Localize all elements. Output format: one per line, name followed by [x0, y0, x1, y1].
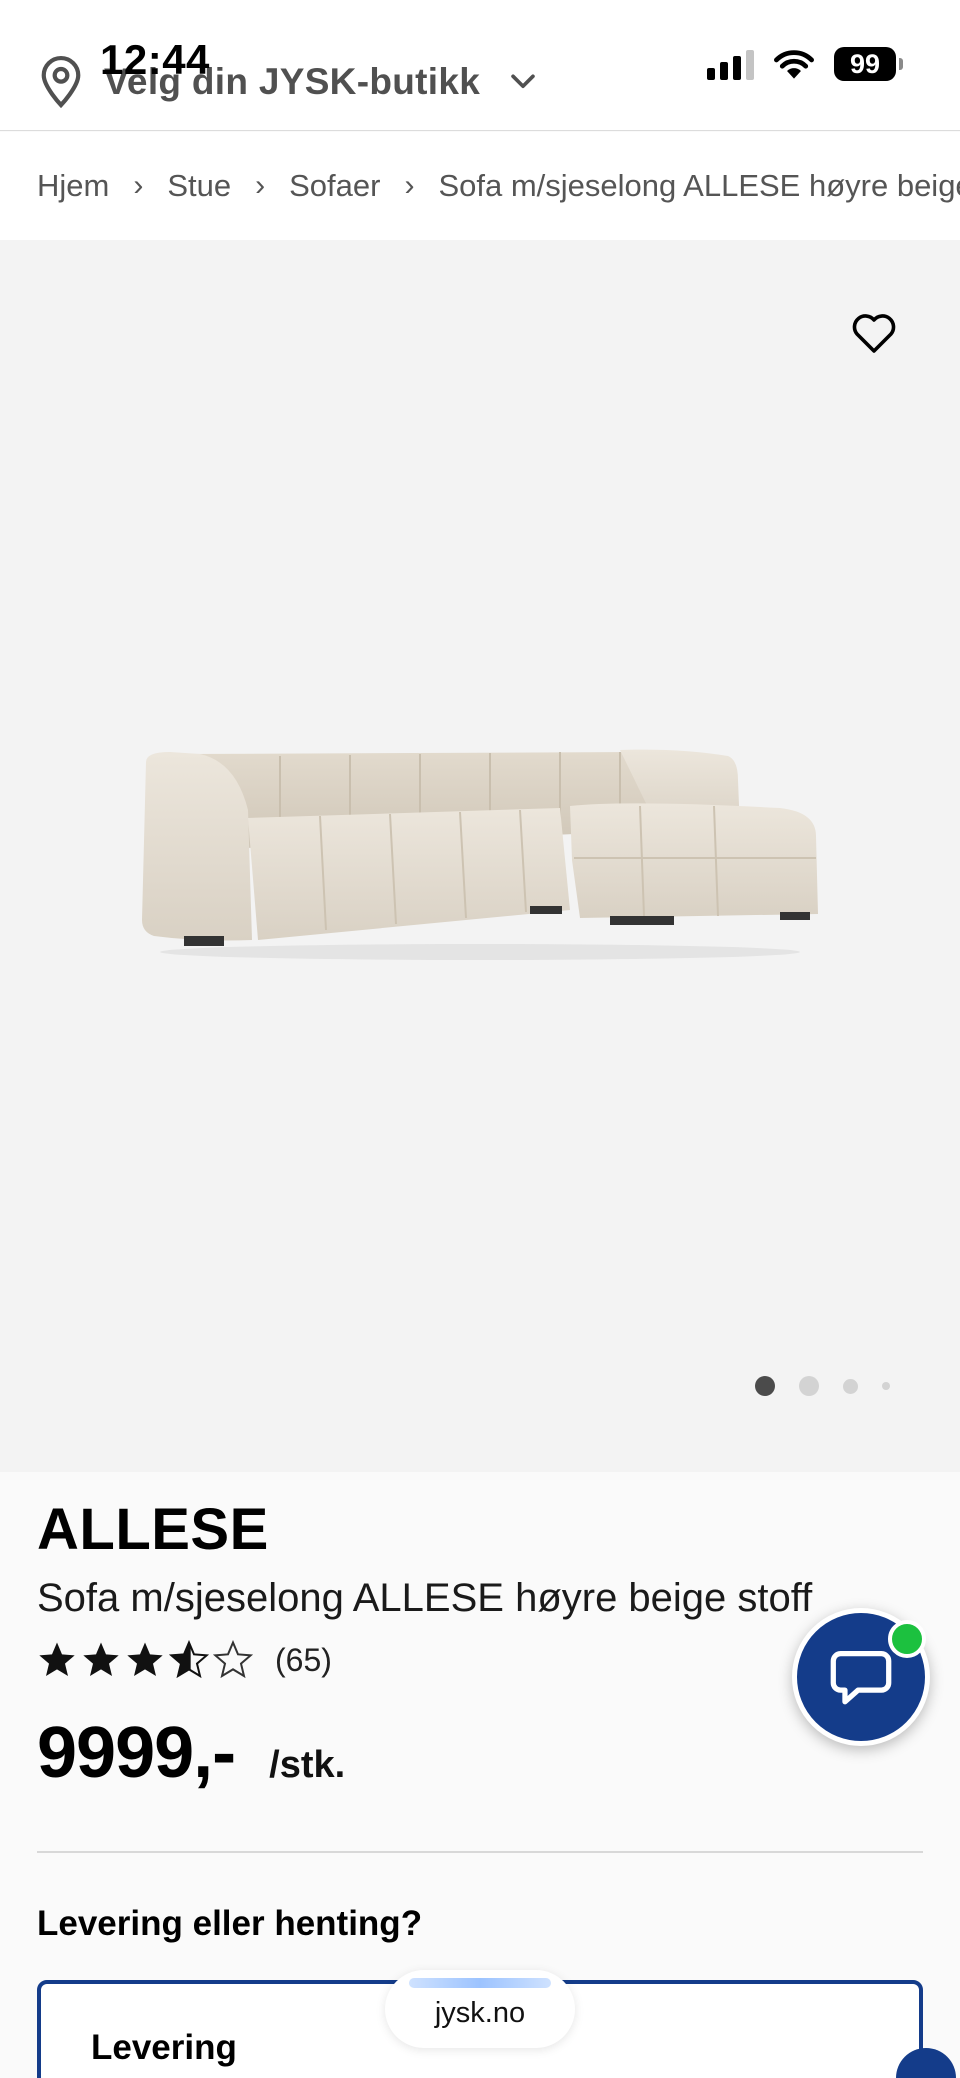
- battery-indicator: 99: [834, 47, 903, 81]
- cellular-signal-icon: [707, 48, 754, 80]
- gallery-dot-3[interactable]: [843, 1378, 858, 1394]
- browser-url: jysk.no: [434, 1996, 526, 2029]
- star-empty-icon: [213, 1640, 253, 1679]
- product-image-sofa: [142, 749, 818, 960]
- section-divider: [37, 1851, 923, 1853]
- wifi-icon: [774, 50, 814, 79]
- star-filled-icon: [83, 1642, 119, 1676]
- gallery-dot-2[interactable]: [799, 1376, 819, 1396]
- price-amount: 9999,-: [37, 1713, 236, 1793]
- price-unit: /stk.: [269, 1744, 346, 1786]
- delivery-option-label: Levering: [91, 2028, 237, 2067]
- star-filled-icon: [39, 1642, 75, 1676]
- product-price: 9999,- /stk.: [37, 1712, 345, 1794]
- breadcrumb-sofaer[interactable]: Sofaer: [289, 168, 380, 204]
- breadcrumb-stue[interactable]: Stue: [167, 168, 231, 204]
- review-count[interactable]: (65): [275, 1642, 332, 1679]
- product-brand: ALLESE: [37, 1497, 269, 1562]
- gallery-dot-4[interactable]: [882, 1382, 890, 1390]
- status-bar-indicators: 99: [707, 44, 903, 84]
- top-header: Velg din JYSK-butikk 12:44 99: [0, 0, 960, 131]
- breadcrumb-separator-icon: ›: [133, 169, 144, 202]
- star-half-icon: [169, 1640, 209, 1679]
- product-rating[interactable]: (65): [37, 1640, 332, 1680]
- delivery-question-heading: Levering eller henting?: [37, 1904, 423, 1943]
- product-image-gallery[interactable]: [0, 240, 960, 1472]
- location-pin-icon: [41, 55, 81, 109]
- breadcrumb: Hjem › Stue › Sofaer › Sofa m/sjeselong …: [0, 132, 960, 240]
- breadcrumb-current: Sofa m/sjeselong ALLESE høyre beige stof…: [438, 168, 960, 203]
- breadcrumb-separator-icon: ›: [255, 169, 266, 202]
- heart-outline-icon[interactable]: [850, 310, 898, 354]
- gallery-dot-1[interactable]: [755, 1376, 775, 1396]
- chat-online-indicator: [888, 1620, 926, 1658]
- chat-bubble-icon: [830, 1651, 892, 1705]
- page-loading-bar: [409, 1978, 551, 1988]
- rating-stars: [37, 1640, 253, 1680]
- browser-address-bar[interactable]: jysk.no: [385, 1970, 575, 2048]
- star-filled-icon: [127, 1642, 163, 1676]
- breadcrumb-home[interactable]: Hjem: [37, 168, 109, 204]
- status-bar-time: 12:44: [100, 36, 210, 83]
- breadcrumb-separator-icon: ›: [404, 169, 415, 202]
- gallery-pagination: [755, 1376, 890, 1396]
- product-name: Sofa m/sjeselong ALLESE høyre beige stof…: [37, 1576, 813, 1620]
- chevron-down-icon: [511, 74, 535, 89]
